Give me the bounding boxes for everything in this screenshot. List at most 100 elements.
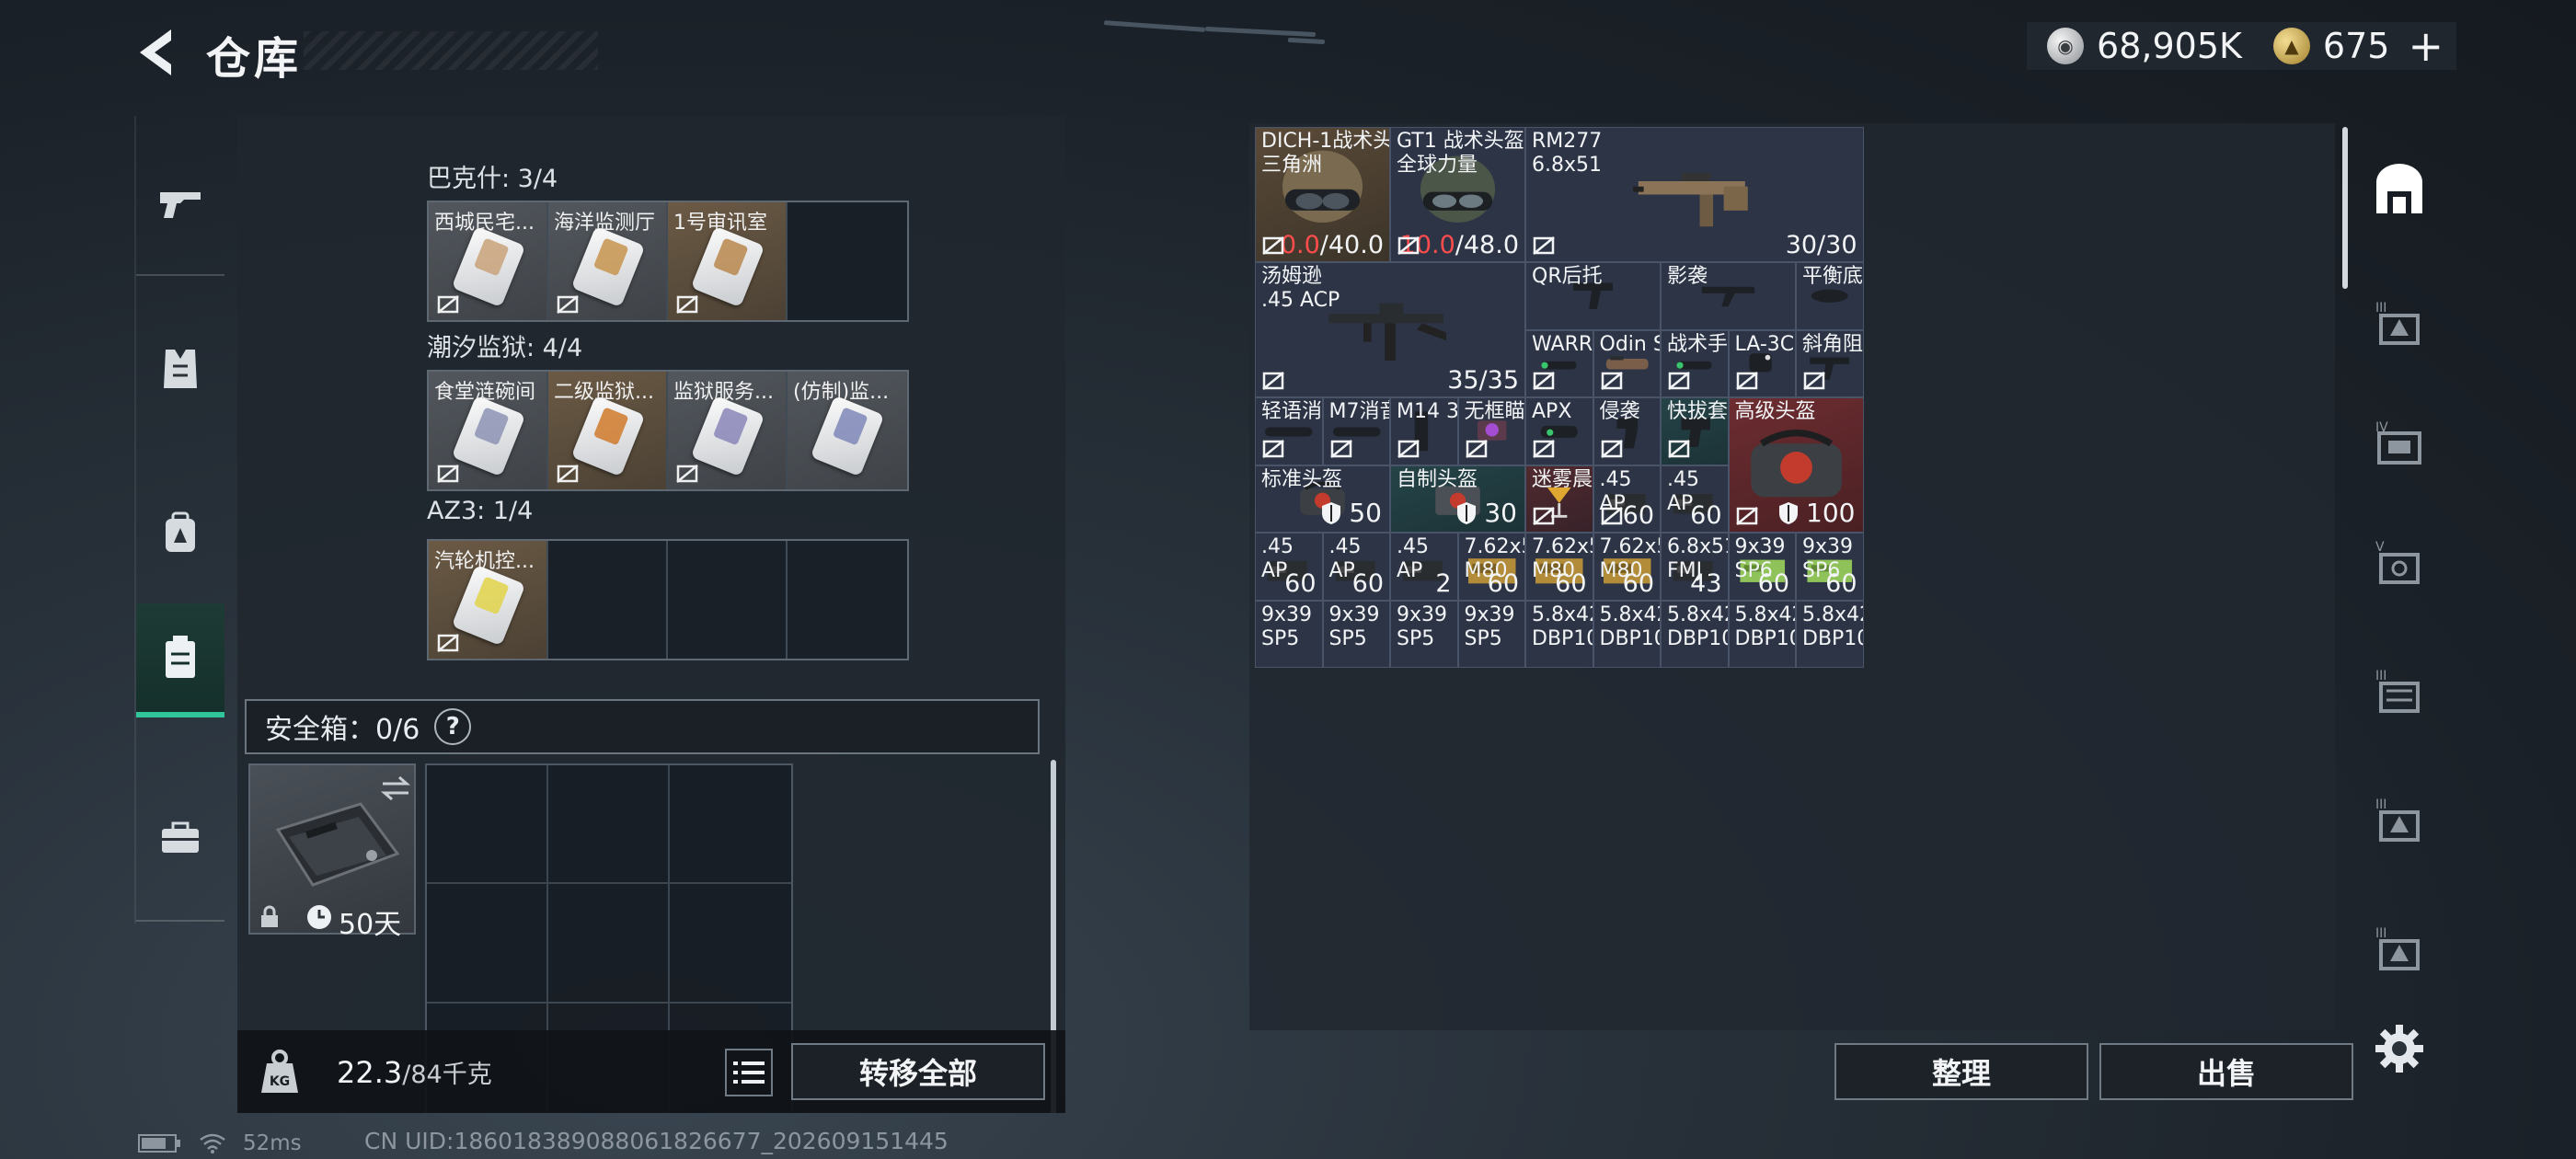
- tidy-button[interactable]: 整理: [1834, 1043, 2088, 1100]
- stock-item[interactable]: QR后托: [1525, 262, 1661, 330]
- ammo-item[interactable]: 6.8x51 FMJ43: [1661, 533, 1729, 601]
- nav-safebox[interactable]: [136, 603, 224, 717]
- ammo-item[interactable]: 5.8x42 DBP10: [1661, 600, 1729, 668]
- ammo-item[interactable]: .45 AP 2: [1390, 533, 1458, 601]
- empty-slot: [668, 541, 788, 659]
- ammo-item[interactable]: .45 AP 60: [1322, 533, 1390, 601]
- keycard-item[interactable]: (仿制)监...: [788, 372, 907, 489]
- durability: 0.0/40.0: [1280, 231, 1384, 259]
- nav-armor[interactable]: [136, 318, 224, 419]
- sell-button[interactable]: 出售: [2099, 1043, 2353, 1100]
- tab-v[interactable]: V: [2364, 511, 2434, 613]
- item-name: DICH-1战术头盔 三角洲: [1261, 130, 1389, 177]
- no-drop-icon: [557, 465, 579, 483]
- list-view-button[interactable]: [725, 1049, 773, 1096]
- weight-icon[interactable]: KG: [254, 1047, 305, 1098]
- keycard-item[interactable]: 监狱服务...: [668, 372, 788, 489]
- ammo-item[interactable]: .45 AP 60: [1593, 465, 1661, 533]
- inventory-scrollbar[interactable]: [2342, 127, 2348, 289]
- item-name: Odin S: [1599, 332, 1661, 356]
- scope-item[interactable]: APX: [1525, 397, 1593, 465]
- grip-item[interactable]: 侵袭: [1593, 397, 1661, 465]
- tab-warehouse-main[interactable]: [2364, 138, 2434, 239]
- nav-case[interactable]: [136, 787, 224, 889]
- keycard-item[interactable]: 二级监狱...: [548, 372, 668, 489]
- no-drop-icon: [437, 295, 459, 314]
- magazine-item[interactable]: M14 30: [1390, 397, 1458, 465]
- item-name: 9x39 SP5: [1328, 602, 1380, 650]
- item-name: 5.8x42 DBP10: [1532, 602, 1593, 650]
- ammo-item[interactable]: 5.8x42 DBP10: [1728, 600, 1796, 668]
- tab-iii-d[interactable]: III: [2364, 898, 2434, 999]
- helmet-item[interactable]: 标准头盔 50: [1255, 465, 1390, 533]
- item-name: WARRIOR..: [1532, 332, 1593, 356]
- helmet-item[interactable]: 自制头盔 30: [1390, 465, 1525, 533]
- no-drop-icon: [1533, 439, 1555, 458]
- tab-iv[interactable]: IV: [2364, 392, 2434, 493]
- no-drop-icon: [1600, 439, 1623, 458]
- ammo-item[interactable]: 9x39 SP5: [1322, 600, 1390, 668]
- safebox-panel: 巴克什: 3/4 西城民宅... 海洋监测厅 1号审讯室 潮汐监狱: 4/4 食…: [237, 116, 1065, 1113]
- ammo-item[interactable]: 5.8x42 DBP10: [1593, 600, 1661, 668]
- no-drop-icon: [676, 295, 698, 314]
- settings-gear-icon[interactable]: [2374, 1023, 2425, 1074]
- nav-weapons[interactable]: [136, 153, 224, 254]
- rifle-item[interactable]: RM277 6.8x51 30/30: [1525, 127, 1864, 262]
- keycard-item[interactable]: 汽轮机控...: [429, 541, 548, 659]
- bipod-item[interactable]: 平衡底座: [1796, 262, 1864, 330]
- ammo-item[interactable]: 9x39 SP5: [1457, 600, 1525, 668]
- keycard-item[interactable]: 1号审讯室: [668, 202, 788, 320]
- flashlight-item[interactable]: Odin S: [1593, 329, 1661, 397]
- ammo-item[interactable]: 7.62x51 M8060: [1593, 533, 1661, 601]
- suppressor-item[interactable]: 轻语消音器: [1255, 397, 1323, 465]
- sight-item[interactable]: 无框瞄具: [1457, 397, 1525, 465]
- transfer-all-button[interactable]: 转移全部: [791, 1043, 1045, 1100]
- flashlight-item[interactable]: 战术手电: [1661, 329, 1729, 397]
- ammo-item[interactable]: 9x39 SP5: [1390, 600, 1458, 668]
- item-name: 5.8x42 DBP10: [1667, 602, 1729, 650]
- keycard-item[interactable]: 海洋监测厅: [548, 202, 668, 320]
- ammo-item[interactable]: 9x39 SP6 60: [1796, 533, 1864, 601]
- smg-item[interactable]: 汤姆逊 .45 ACP 35/35: [1255, 262, 1525, 397]
- ammo-item[interactable]: 7.62x51 M8060: [1525, 533, 1593, 601]
- drink-item[interactable]: 迷雾晨: [1525, 465, 1593, 533]
- ammo-item[interactable]: 5.8x42 DBP10: [1796, 600, 1864, 668]
- clock-icon: [307, 905, 331, 929]
- swap-icon[interactable]: [379, 775, 412, 802]
- ammo-item[interactable]: .45 AP 60: [1661, 465, 1729, 533]
- suppressor-item[interactable]: M7消音: [1322, 397, 1390, 465]
- tab-iii-b[interactable]: III: [2364, 640, 2434, 741]
- storage-tab-icon: V: [2375, 540, 2420, 584]
- holster-item[interactable]: 快拔套(黑): [1661, 397, 1729, 465]
- keycard-item[interactable]: 西城民宅...: [429, 202, 548, 320]
- flashlight-item[interactable]: WARRIOR..: [1525, 329, 1593, 397]
- grip-item[interactable]: 斜角阻手: [1796, 329, 1864, 397]
- helmet-item[interactable]: 高级头盔 100: [1728, 397, 1864, 533]
- safebox-case-item[interactable]: 50天: [248, 763, 416, 941]
- page-title: 仓库: [206, 33, 303, 85]
- ammo-item[interactable]: 5.8x42 DBP10: [1525, 600, 1593, 668]
- helmet-item[interactable]: DICH-1战术头盔 三角洲 0.0/40.0: [1255, 127, 1390, 262]
- stock-item[interactable]: 影袭: [1661, 262, 1796, 330]
- laser-item[interactable]: LA-3C: [1728, 329, 1796, 397]
- add-currency-button[interactable]: +: [2408, 25, 2444, 67]
- nav-backpack[interactable]: [136, 482, 224, 583]
- ammo-item[interactable]: 7.62x51 M8060: [1457, 533, 1525, 601]
- back-button[interactable]: [131, 26, 182, 79]
- safebox-duration: 50天: [339, 909, 402, 941]
- ammo-item[interactable]: 9x39 SP5: [1255, 600, 1323, 668]
- no-drop-icon: [1600, 507, 1623, 525]
- help-button[interactable]: ?: [434, 708, 472, 745]
- no-drop-icon: [1329, 439, 1352, 458]
- svg-text:KG: KG: [270, 1074, 290, 1089]
- no-drop-icon: [1735, 372, 1758, 390]
- no-drop-icon: [437, 465, 459, 483]
- tab-iii[interactable]: III: [2364, 272, 2434, 373]
- tab-iii-c[interactable]: III: [2364, 769, 2434, 870]
- ammo-item[interactable]: .45 AP 60: [1255, 533, 1323, 601]
- item-name: 轻语消音器: [1261, 400, 1323, 423]
- ammo-item[interactable]: 9x39 SP6 60: [1728, 533, 1796, 601]
- helmet-item[interactable]: GT1 战术头盔 全球力量 10.0/48.0: [1390, 127, 1525, 262]
- keycard-item[interactable]: 食堂涟碗间: [429, 372, 548, 489]
- no-drop-icon: [437, 634, 459, 652]
